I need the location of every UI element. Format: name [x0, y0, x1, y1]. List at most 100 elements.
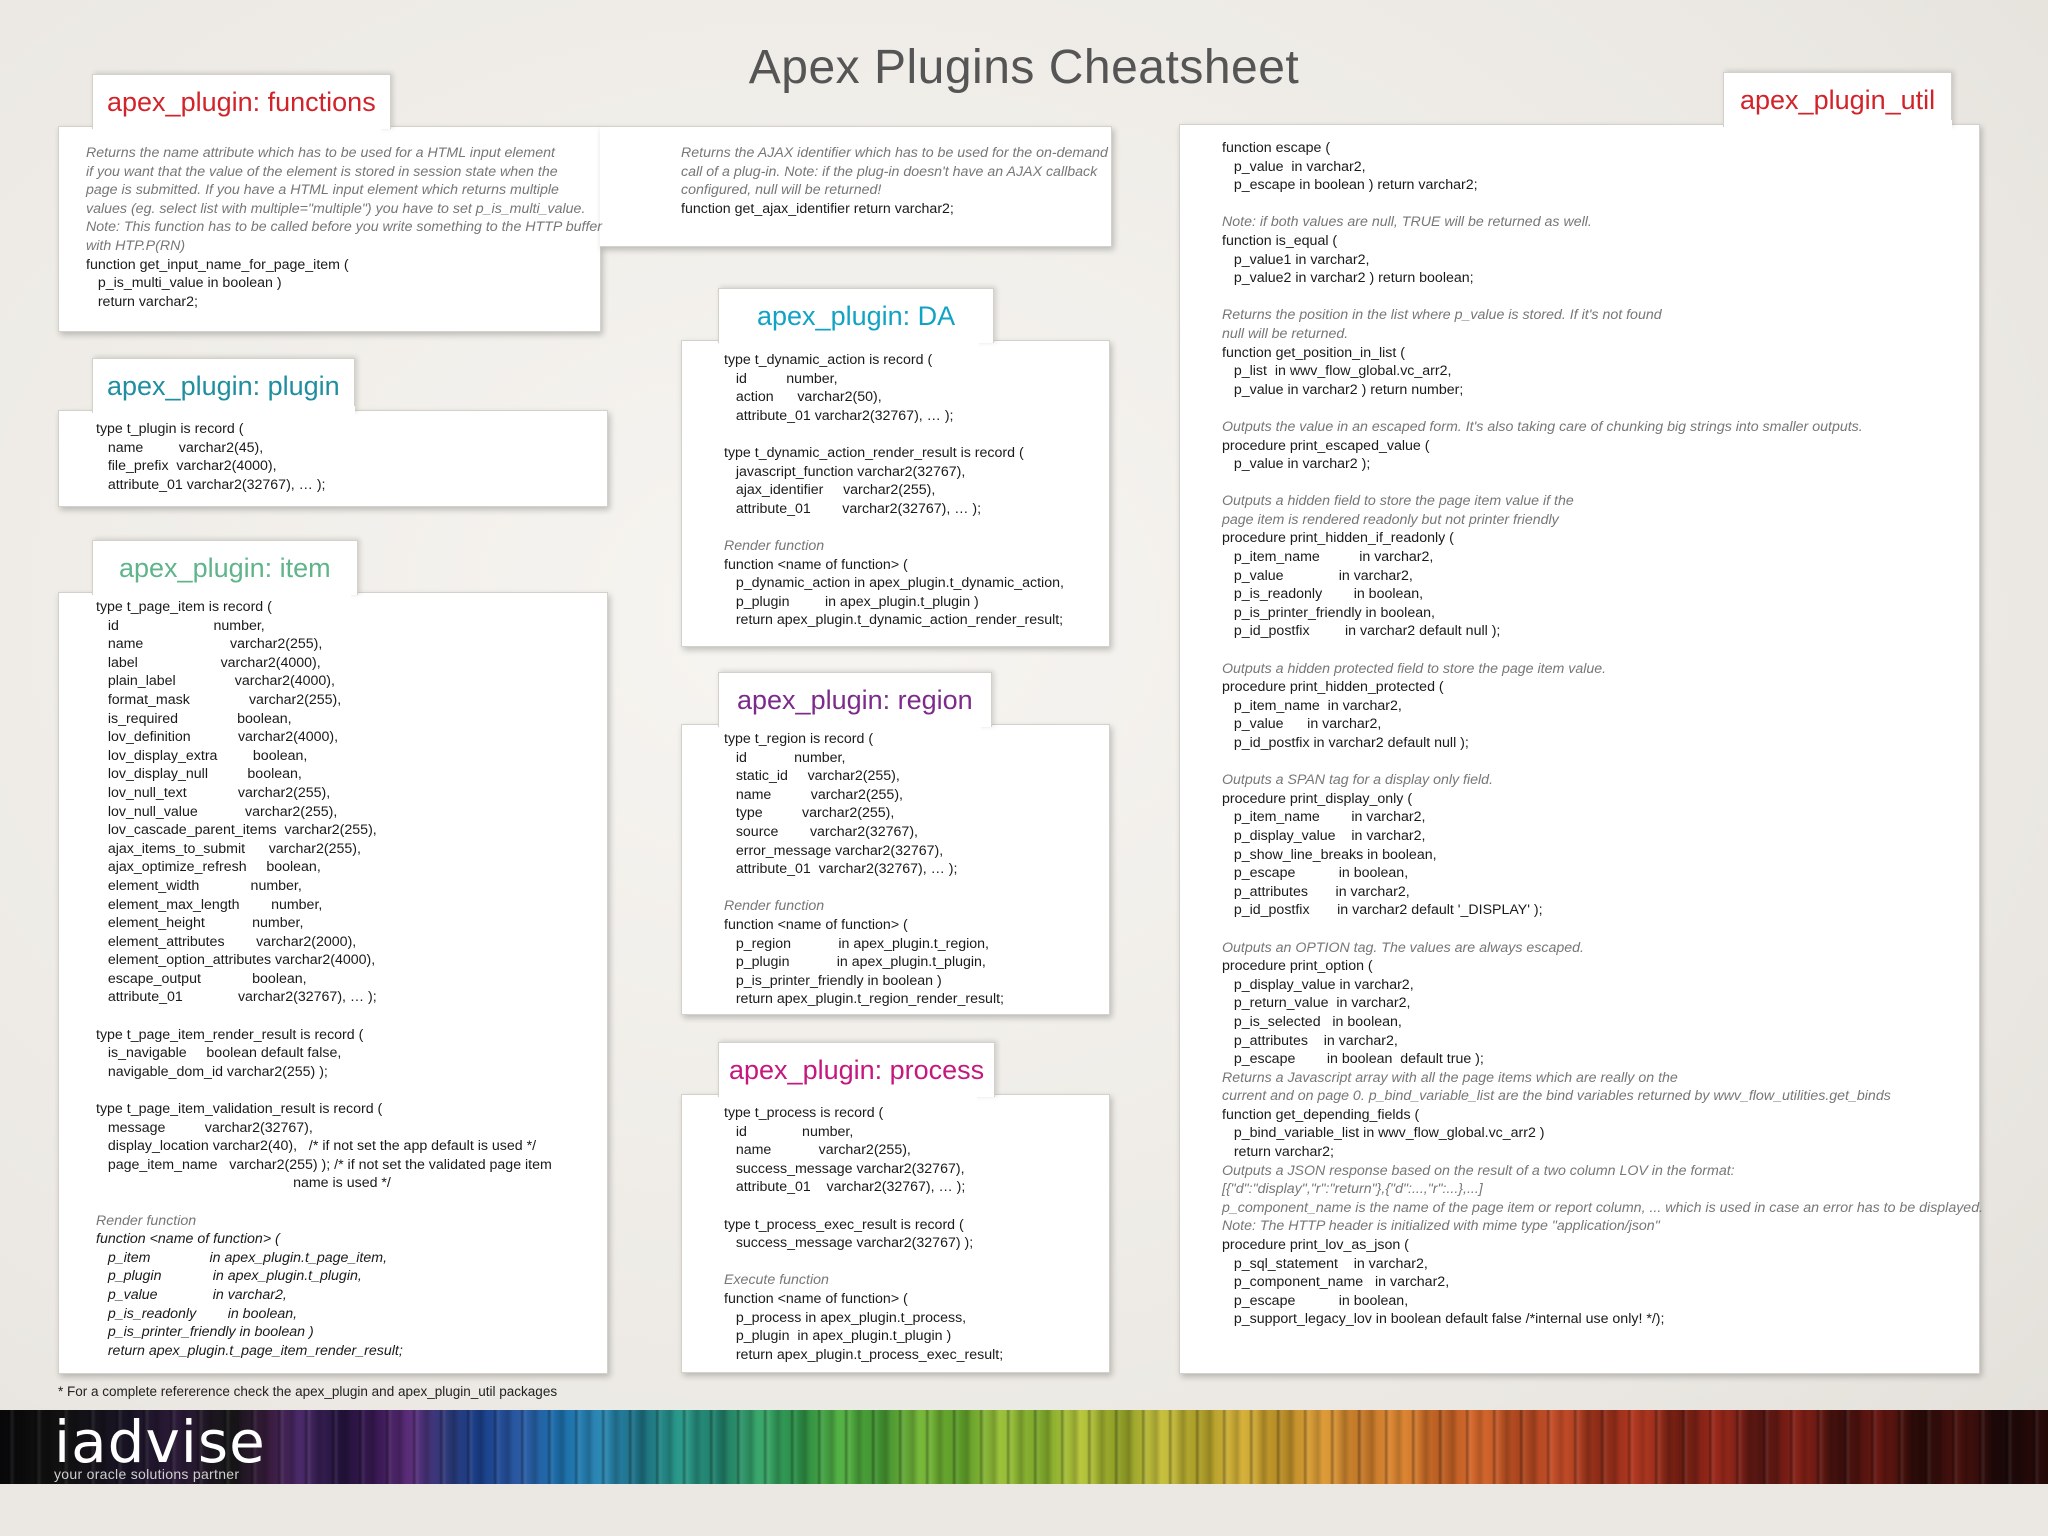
code-line: name is used */ — [96, 1175, 391, 1192]
iadvise-logo: iadvise your oracle solutions partner — [54, 1412, 266, 1482]
code-line: message varchar2(32767), — [96, 1119, 313, 1136]
code-line: Outputs a hidden protected field to stor… — [1222, 660, 1607, 677]
code-line: configured, null will be returned! — [681, 182, 882, 199]
code-line: function <name of function> ( — [724, 916, 908, 933]
code-line: p_value in varchar2 ); — [1222, 456, 1371, 473]
code-line: name varchar2(255), — [724, 1142, 911, 1159]
code-line: attribute_01 varchar2(32767), … ); — [724, 1179, 966, 1196]
code-line: p_plugin in apex_plugin.t_plugin ) — [724, 1328, 952, 1345]
code-line: p_item_name in varchar2, — [1222, 549, 1434, 566]
code-line: return apex_plugin.t_page_item_render_re… — [96, 1342, 403, 1359]
bottom-margin — [0, 1484, 2048, 1536]
code-line: static_id varchar2(255), — [724, 768, 900, 785]
code-line: return varchar2; — [86, 293, 198, 310]
code-line: error_message varchar2(32767), — [724, 842, 944, 859]
code-line: procedure print_lov_as_json ( — [1222, 1237, 1409, 1254]
code-line: type t_page_item_render_result is record… — [96, 1026, 364, 1043]
code-line: element_option_attributes varchar2(4000)… — [96, 952, 376, 969]
code-line: function <name of function> ( — [724, 556, 908, 573]
functions-left-code: Returns the name attribute which has to … — [86, 144, 602, 311]
code-line: function <name of function> ( — [96, 1231, 280, 1248]
util-tab-join — [1724, 120, 1952, 130]
region-tab: apex_plugin: region — [718, 672, 992, 727]
code-line: p_sql_statement in varchar2, — [1222, 1255, 1428, 1272]
code-line: id number, — [96, 617, 265, 634]
code-line: attribute_01 varchar2(32767), … ); — [96, 476, 326, 493]
code-line: current and on page 0. p_bind_variable_l… — [1222, 1088, 1891, 1105]
code-line: lov_null_value varchar2(255), — [96, 803, 338, 820]
code-line: navigable_dom_id varchar2(255) ); — [96, 1063, 328, 1080]
code-line: attribute_01 varchar2(32767), … ); — [724, 407, 954, 424]
code-line: type t_region is record ( — [724, 731, 874, 747]
code-line: p_value2 in varchar2 ) return boolean; — [1222, 270, 1474, 287]
code-line: p_dynamic_action in apex_plugin.t_dynami… — [724, 575, 1064, 592]
code-line: Render function — [96, 1212, 197, 1229]
code-line: p_value1 in varchar2, — [1222, 251, 1370, 268]
util-code: function escape ( p_value in varchar2, p… — [1222, 139, 1983, 1329]
code-line: type t_dynamic_action is record ( — [724, 352, 933, 368]
code-line: id number, — [724, 370, 838, 387]
code-line: lov_display_null boolean, — [96, 766, 302, 783]
code-line: lov_cascade_parent_items varchar2(255), — [96, 822, 377, 839]
code-line: Note: This function has to be called bef… — [86, 219, 603, 236]
code-line: page is submitted. If you have a HTML in… — [86, 182, 559, 199]
code-line: p_component_name in varchar2, — [1222, 1274, 1450, 1291]
code-line: success_message varchar2(32767) ); — [724, 1235, 974, 1252]
code-line: lov_definition varchar2(4000), — [96, 729, 339, 746]
code-line: function escape ( — [1222, 140, 1331, 156]
item-tab-join — [93, 588, 351, 598]
code-line: p_id_postfix in varchar2 default '_DISPL… — [1222, 902, 1543, 919]
code-line: return varchar2; — [1222, 1144, 1334, 1161]
da-code: type t_dynamic_action is record ( id num… — [724, 351, 1064, 630]
code-line: return apex_plugin.t_process_exec_result… — [724, 1346, 1004, 1363]
functions-tab-join — [93, 122, 381, 132]
plugin-tab: apex_plugin: plugin — [92, 358, 355, 413]
code-line: element_max_length number, — [96, 896, 323, 913]
code-line: p_value in varchar2, — [1222, 567, 1413, 584]
code-line: values (eg. select list with multiple="m… — [86, 200, 586, 217]
code-line: return apex_plugin.t_region_render_resul… — [724, 991, 1004, 1008]
process-tab-join — [719, 1090, 977, 1100]
item-code: type t_page_item is record ( id number, … — [96, 598, 552, 1360]
code-line: element_width number, — [96, 877, 302, 894]
code-line: attribute_01 varchar2(32767), … ); — [96, 989, 377, 1006]
code-line: type t_dynamic_action_render_result is r… — [724, 444, 1024, 461]
code-line: [{"d":"display","r":"return"},{"d":...,"… — [1222, 1181, 1483, 1198]
code-line: file_prefix varchar2(4000), — [96, 458, 277, 475]
footnote: * For a complete refererence check the a… — [58, 1384, 558, 1399]
code-line: type t_process is record ( — [724, 1105, 884, 1121]
code-line: p_item in apex_plugin.t_page_item, — [96, 1249, 388, 1266]
code-line: Returns a Javascript array with all the … — [1222, 1069, 1678, 1086]
code-line: call of a plug-in. Note: if the plug-in … — [681, 163, 1098, 180]
code-line: function get_position_in_list ( — [1222, 344, 1405, 361]
code-line: Returns the name attribute which has to … — [86, 145, 555, 161]
functions-tab: apex_plugin: functions — [92, 74, 391, 129]
code-line: element_height number, — [96, 915, 304, 932]
color-stripe-banner — [0, 1410, 2048, 1484]
code-line: p_plugin in apex_plugin.t_plugin, — [96, 1268, 362, 1285]
code-line: p_value in varchar2, — [1222, 716, 1382, 733]
plugin-code: type t_plugin is record ( name varchar2(… — [96, 420, 325, 494]
code-line: Outputs a JSON response based on the res… — [1222, 1162, 1735, 1179]
code-line: p_escape in boolean, — [1222, 1292, 1409, 1309]
logo-tagline: your oracle solutions partner — [54, 1466, 240, 1482]
code-line: p_attributes in varchar2, — [1222, 1032, 1398, 1049]
code-line: format_mask varchar2(255), — [96, 691, 342, 708]
code-line: source varchar2(32767), — [724, 823, 918, 840]
code-line: Execute function — [724, 1272, 829, 1289]
code-line: p_plugin in apex_plugin.t_plugin, — [724, 954, 986, 971]
code-line: element_attributes varchar2(2000), — [96, 933, 357, 950]
process-code: type t_process is record ( id number, na… — [724, 1104, 1003, 1364]
code-line: function <name of function> ( — [724, 1290, 908, 1307]
code-line: Outputs the value in an escaped form. It… — [1222, 418, 1863, 435]
code-line: page item is rendered readonly but not p… — [1222, 511, 1559, 528]
code-line: attribute_01 varchar2(32767), … ); — [724, 861, 958, 878]
